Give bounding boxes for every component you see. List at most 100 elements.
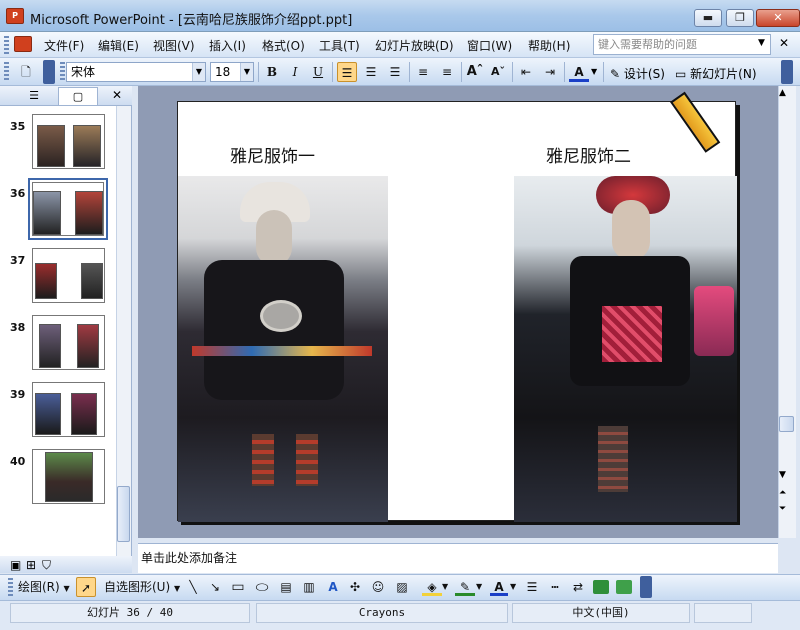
photo-costume-one[interactable] bbox=[178, 176, 388, 522]
chevron-down-icon[interactable]: ▼ bbox=[192, 63, 205, 81]
autoshapes-menu[interactable]: 自选图形(U) ▼ bbox=[104, 578, 180, 596]
numbered-list-icon[interactable]: ≡ bbox=[413, 62, 433, 82]
menu-insert[interactable]: 插入(I) bbox=[209, 37, 246, 54]
normal-view-icon[interactable]: ▣ bbox=[10, 558, 21, 572]
help-search-input[interactable]: 键入需要帮助的问题 bbox=[593, 34, 771, 55]
clipart-icon[interactable]: ☺ bbox=[371, 578, 385, 596]
scroll-down-icon[interactable]: ▼ bbox=[779, 470, 786, 480]
toolbar-options-icon[interactable] bbox=[43, 60, 55, 84]
menu-view[interactable]: 视图(V) bbox=[153, 37, 195, 54]
slide-thumbnail[interactable] bbox=[32, 382, 105, 437]
menu-grip[interactable] bbox=[4, 36, 9, 54]
menu-window[interactable]: 窗口(W) bbox=[467, 37, 512, 54]
increase-indent-icon[interactable]: ⇥ bbox=[540, 62, 560, 82]
italic-button[interactable]: I bbox=[285, 62, 305, 82]
document-icon[interactable] bbox=[14, 36, 32, 52]
thumbnail-scroll-thumb[interactable] bbox=[117, 486, 130, 542]
status-design-template: Crayons bbox=[256, 603, 508, 623]
caption-left[interactable]: 雅尼服饰一 bbox=[230, 142, 315, 167]
font-color-icon[interactable]: A bbox=[569, 62, 589, 82]
new-document-icon[interactable]: 🗋 bbox=[16, 62, 36, 82]
photo-costume-two[interactable] bbox=[514, 176, 737, 522]
font-name-combo[interactable]: 宋体 ▼ bbox=[66, 62, 206, 82]
close-document-icon[interactable]: ✕ bbox=[779, 36, 789, 50]
line-color-icon[interactable]: ✎ bbox=[455, 578, 475, 596]
bold-button[interactable]: B bbox=[262, 62, 282, 82]
arrow-tool-icon[interactable]: ↘ bbox=[208, 578, 222, 596]
font-size-combo[interactable]: 18 ▼ bbox=[210, 62, 254, 82]
slide-thumbnail[interactable] bbox=[32, 449, 105, 504]
align-center-icon[interactable]: ☰ bbox=[361, 62, 381, 82]
notes-pane[interactable]: 单击此处添加备注 bbox=[138, 543, 778, 573]
diagram-icon[interactable]: ✣ bbox=[348, 578, 362, 596]
thumbnail-photo bbox=[37, 125, 65, 167]
3d-style-icon[interactable] bbox=[616, 580, 632, 594]
font-name-value: 宋体 bbox=[71, 65, 96, 79]
scroll-thumb[interactable] bbox=[779, 416, 794, 432]
minimize-button[interactable]: ▬ bbox=[694, 9, 722, 27]
rectangle-tool-icon[interactable]: ▭ bbox=[231, 578, 245, 596]
separator bbox=[332, 62, 333, 82]
bulleted-list-icon[interactable]: ≡ bbox=[437, 62, 457, 82]
help-dropdown-icon[interactable]: ▼ bbox=[758, 38, 765, 48]
slide-thumbnail-selected[interactable] bbox=[32, 182, 104, 236]
chevron-down-icon[interactable]: ▼ bbox=[240, 63, 253, 81]
tab-outline-icon[interactable]: ☰ bbox=[14, 87, 54, 105]
slide-canvas[interactable]: 雅尼服饰一 雅尼服饰二 bbox=[177, 91, 737, 522]
menu-format[interactable]: 格式(O) bbox=[262, 37, 305, 54]
arrow-style-icon[interactable]: ⇄ bbox=[569, 578, 587, 596]
toolbar-grip[interactable] bbox=[4, 62, 9, 82]
previous-slide-icon[interactable]: ⏶ bbox=[779, 488, 786, 498]
menu-help[interactable]: 帮助(H) bbox=[528, 37, 570, 54]
notes-placeholder: 单击此处添加备注 bbox=[141, 551, 238, 565]
decrease-indent-icon[interactable]: ⇤ bbox=[516, 62, 536, 82]
scroll-up-icon[interactable]: ▲ bbox=[779, 88, 786, 98]
align-left-icon[interactable]: ☰ bbox=[337, 62, 357, 82]
maximize-button[interactable]: ❐ bbox=[726, 9, 754, 27]
slide-sorter-icon[interactable]: ⊞ bbox=[26, 558, 36, 572]
slide-thumbnail[interactable] bbox=[32, 114, 105, 169]
slide-thumbnail[interactable] bbox=[32, 315, 105, 370]
powerpoint-app-icon[interactable]: P bbox=[6, 8, 24, 24]
menu-edit[interactable]: 编辑(E) bbox=[98, 37, 139, 54]
tab-slides-icon[interactable]: ▢ bbox=[58, 87, 98, 105]
decrease-font-icon[interactable]: Aˇ bbox=[488, 62, 508, 82]
draw-menu[interactable]: 绘图(R) ▼ bbox=[18, 578, 70, 596]
shadow-style-icon[interactable] bbox=[593, 580, 609, 594]
select-pointer-icon[interactable]: ➚ bbox=[76, 577, 96, 597]
slideshow-icon[interactable]: ⛉ bbox=[42, 558, 51, 573]
menu-slideshow[interactable]: 幻灯片放映(D) bbox=[375, 37, 454, 54]
toolbar-options-icon[interactable] bbox=[781, 60, 793, 84]
design-button[interactable]: ✎ 设计(S) bbox=[610, 65, 665, 82]
line-tool-icon[interactable]: ╲ bbox=[186, 578, 200, 596]
fill-color-icon[interactable]: ◈ bbox=[422, 578, 442, 596]
separator bbox=[603, 62, 604, 82]
dash-style-icon[interactable]: ┅ bbox=[546, 578, 564, 596]
align-right-icon[interactable]: ☰ bbox=[385, 62, 405, 82]
chevron-down-icon[interactable]: ▼ bbox=[510, 578, 516, 596]
slide-thumbnail[interactable] bbox=[32, 248, 105, 303]
new-slide-button[interactable]: ▭ 新幻灯片(N) bbox=[675, 65, 757, 82]
vertical-textbox-icon[interactable]: ▥ bbox=[302, 578, 316, 596]
pane-close-icon[interactable]: ✕ bbox=[112, 88, 122, 102]
insert-picture-icon[interactable]: ▨ bbox=[395, 578, 409, 596]
toolbar-grip[interactable] bbox=[8, 578, 13, 596]
line-style-icon[interactable]: ☰ bbox=[523, 578, 541, 596]
chevron-down-icon[interactable]: ▼ bbox=[476, 578, 482, 596]
textbox-tool-icon[interactable]: ▤ bbox=[279, 578, 293, 596]
chevron-down-icon[interactable]: ▼ bbox=[442, 578, 448, 596]
close-button[interactable]: ✕ bbox=[756, 9, 800, 27]
wordart-icon[interactable]: A bbox=[326, 578, 340, 596]
oval-tool-icon[interactable]: ⬭ bbox=[253, 578, 271, 596]
chevron-down-icon[interactable]: ▼ bbox=[591, 67, 597, 76]
increase-font-icon[interactable]: Aˆ bbox=[465, 62, 485, 82]
font-color-icon[interactable]: A bbox=[490, 578, 508, 596]
menu-file[interactable]: 文件(F) bbox=[44, 37, 84, 54]
toolbar-options-icon[interactable] bbox=[640, 576, 652, 598]
caption-right[interactable]: 雅尼服饰二 bbox=[546, 142, 631, 167]
underline-button[interactable]: U bbox=[308, 62, 328, 82]
autoshapes-label: 自选图形(U) bbox=[104, 580, 171, 594]
next-slide-icon[interactable]: ⏷ bbox=[779, 504, 786, 514]
toolbar-grip-2[interactable] bbox=[60, 62, 65, 82]
menu-tools[interactable]: 工具(T) bbox=[319, 37, 360, 54]
